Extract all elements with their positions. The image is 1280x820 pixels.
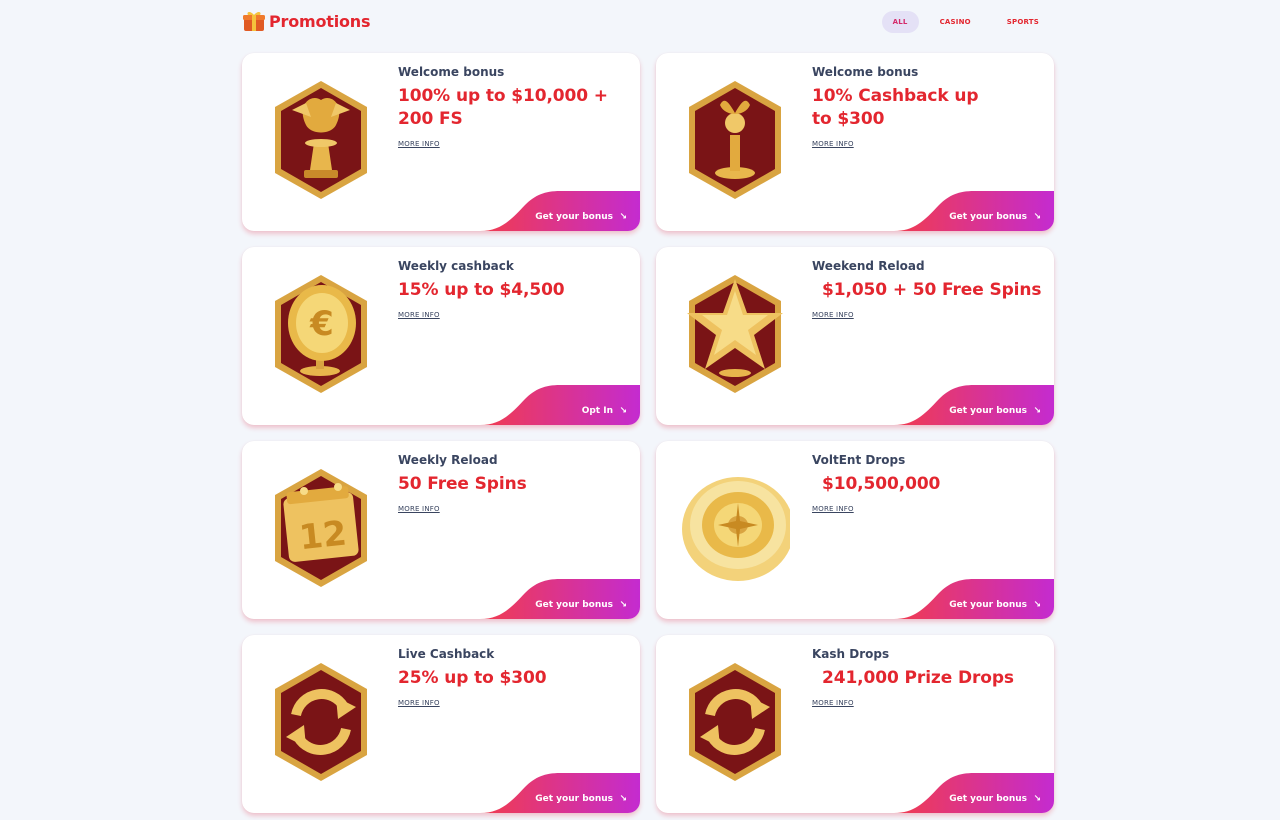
svg-text:12: 12 — [297, 513, 348, 558]
statuette-trophy-icon — [689, 81, 781, 199]
arrow-down-right-icon: ↘ — [1033, 600, 1041, 610]
promo-kicker: VoltEnt Drops — [812, 453, 906, 467]
promo-kicker: Welcome bonus — [398, 65, 505, 79]
arrow-down-right-icon: ↘ — [1033, 212, 1041, 222]
svg-text:€: € — [309, 304, 334, 344]
arrow-down-right-icon: ↘ — [1033, 794, 1041, 804]
gift-icon — [243, 11, 265, 31]
cta-background — [894, 191, 1054, 231]
promo-card: Weekend Reload $1,050 + 50 Free Spins MO… — [656, 247, 1054, 425]
promo-card: Welcome bonus 10% Cashback up to $300 MO… — [656, 53, 1054, 231]
cta-label: Opt In — [581, 406, 613, 416]
promo-offer: 100% up to $10,000 + 200 FS — [398, 86, 608, 129]
promo-offer: $1,050 + 50 Free Spins — [822, 280, 1042, 300]
promo-offer: 50 Free Spins — [398, 474, 527, 494]
promo-offer: 15% up to $4,500 — [398, 280, 565, 300]
cta-background — [894, 579, 1054, 619]
promo-kicker: Weekly cashback — [398, 259, 514, 273]
promo-card: Welcome bonus 100% up to $10,000 + 200 F… — [242, 53, 640, 231]
promo-kicker: Live Cashback — [398, 647, 495, 661]
promotions-page: Promotions ALL CASINO SPORTS Welcome bon… — [0, 0, 1280, 820]
promo-offer: 25% up to $300 — [398, 668, 547, 688]
promo-offer: 10% Cashback up to $300 — [812, 86, 979, 129]
promo-card: Kash Drops 241,000 Prize Drops MORE INFO… — [656, 635, 1054, 813]
get-bonus-button[interactable]: Get your bonus ↘ — [894, 773, 1054, 813]
filter-tabs: ALL CASINO SPORTS — [881, 11, 1054, 33]
cta-label: Get your bonus — [949, 600, 1027, 610]
cta-background — [480, 773, 640, 813]
promo-kicker: Weekly Reload — [398, 453, 498, 467]
get-bonus-button[interactable]: Get your bonus ↘ — [894, 579, 1054, 619]
more-info-link[interactable]: MORE INFO — [398, 699, 440, 707]
arrow-down-right-icon: ↘ — [619, 212, 627, 222]
tab-casino[interactable]: CASINO — [925, 11, 986, 33]
promo-kicker: Kash Drops — [812, 647, 890, 661]
more-info-link[interactable]: MORE INFO — [812, 311, 854, 319]
arrow-down-right-icon: ↘ — [619, 406, 627, 416]
cta-background — [480, 191, 640, 231]
calendar-icon: 12 — [275, 469, 367, 587]
more-info-link[interactable]: MORE INFO — [398, 505, 440, 513]
promo-card: VoltEnt Drops $10,500,000 MORE INFO Get … — [656, 441, 1054, 619]
refresh-arrows-icon — [689, 663, 781, 781]
cta-background — [480, 579, 640, 619]
cta-label: Get your bonus — [949, 794, 1027, 804]
more-info-link[interactable]: MORE INFO — [812, 699, 854, 707]
promo-kicker: Weekend Reload — [812, 259, 925, 273]
promo-kicker: Welcome bonus — [812, 65, 919, 79]
cta-label: Get your bonus — [535, 600, 613, 610]
promo-offer: 241,000 Prize Drops — [822, 668, 1014, 688]
promo-card: € Weekly cashback 15% up to $4,500 MORE … — [242, 247, 640, 425]
page-title: Promotions — [269, 11, 371, 31]
cta-background — [894, 773, 1054, 813]
opt-in-button[interactable]: Opt In ↘ — [480, 385, 640, 425]
get-bonus-button[interactable]: Get your bonus ↘ — [894, 385, 1054, 425]
arrow-down-right-icon: ↘ — [1033, 406, 1041, 416]
cta-label: Get your bonus — [949, 406, 1027, 416]
winged-lion-trophy-icon — [275, 81, 367, 199]
more-info-link[interactable]: MORE INFO — [812, 140, 854, 148]
more-info-link[interactable]: MORE INFO — [812, 505, 854, 513]
arrow-down-right-icon: ↘ — [619, 600, 627, 610]
cta-background — [480, 385, 640, 425]
tab-all[interactable]: ALL — [881, 11, 919, 33]
brand: Promotions — [242, 9, 371, 33]
cta-label: Get your bonus — [949, 212, 1027, 222]
header: Promotions ALL CASINO SPORTS — [242, 8, 1054, 36]
promo-card: 12 Weekly Reload 50 Free Spins MORE INFO… — [242, 441, 640, 619]
cta-background — [894, 385, 1054, 425]
promo-card: Live Cashback 25% up to $300 MORE INFO G… — [242, 635, 640, 813]
get-bonus-button[interactable]: Get your bonus ↘ — [480, 579, 640, 619]
get-bonus-button[interactable]: Get your bonus ↘ — [480, 773, 640, 813]
promotions-grid: Welcome bonus 100% up to $10,000 + 200 F… — [242, 53, 1054, 813]
refresh-arrows-icon — [275, 663, 367, 781]
promo-offer: $10,500,000 — [822, 474, 941, 494]
star-icon — [687, 275, 783, 393]
arrow-down-right-icon: ↘ — [619, 794, 627, 804]
cta-label: Get your bonus — [535, 794, 613, 804]
get-bonus-button[interactable]: Get your bonus ↘ — [894, 191, 1054, 231]
euro-coin-icon: € — [275, 275, 367, 393]
tab-sports[interactable]: SPORTS — [992, 11, 1054, 33]
get-bonus-button[interactable]: Get your bonus ↘ — [480, 191, 640, 231]
roulette-wheel-icon — [682, 477, 790, 581]
cta-label: Get your bonus — [535, 212, 613, 222]
more-info-link[interactable]: MORE INFO — [398, 140, 440, 148]
more-info-link[interactable]: MORE INFO — [398, 311, 440, 319]
